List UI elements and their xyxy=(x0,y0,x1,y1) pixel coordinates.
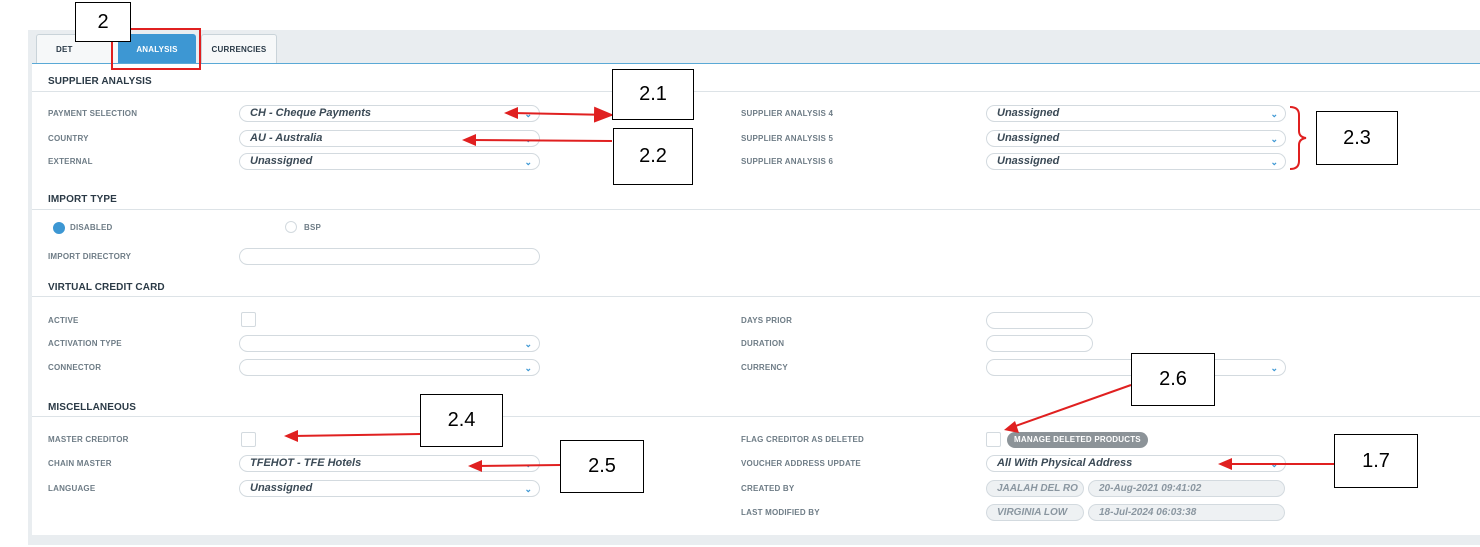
callout-2-1: 2.1 xyxy=(612,69,694,120)
arrowhead-2-4 xyxy=(284,430,298,442)
callout-2-6: 2.6 xyxy=(1131,353,1215,406)
arrowhead-2-5 xyxy=(468,460,482,472)
callout-2-2: 2.2 xyxy=(613,128,693,185)
arrowhead-2-6 xyxy=(1004,421,1019,433)
arrow-2-6 xyxy=(1009,384,1132,429)
arrowhead-2-1 xyxy=(504,107,518,119)
callout-2-3: 2.3 xyxy=(1316,111,1398,165)
callout-1-7: 1.7 xyxy=(1334,434,1418,488)
callout-2-4: 2.4 xyxy=(420,394,503,447)
bracket-2-3 xyxy=(1289,106,1307,170)
annotation-arrows xyxy=(284,106,1334,472)
arrow-2-1 xyxy=(511,106,614,123)
arrow-2-4 xyxy=(291,433,421,437)
callout-2: 2 xyxy=(75,2,131,42)
arrowhead-1-7 xyxy=(1218,458,1232,470)
arrowhead-2-2 xyxy=(462,134,476,146)
arrow-2-5 xyxy=(475,464,561,467)
callout-2-5: 2.5 xyxy=(560,440,644,493)
arrow-2-2 xyxy=(469,139,613,142)
